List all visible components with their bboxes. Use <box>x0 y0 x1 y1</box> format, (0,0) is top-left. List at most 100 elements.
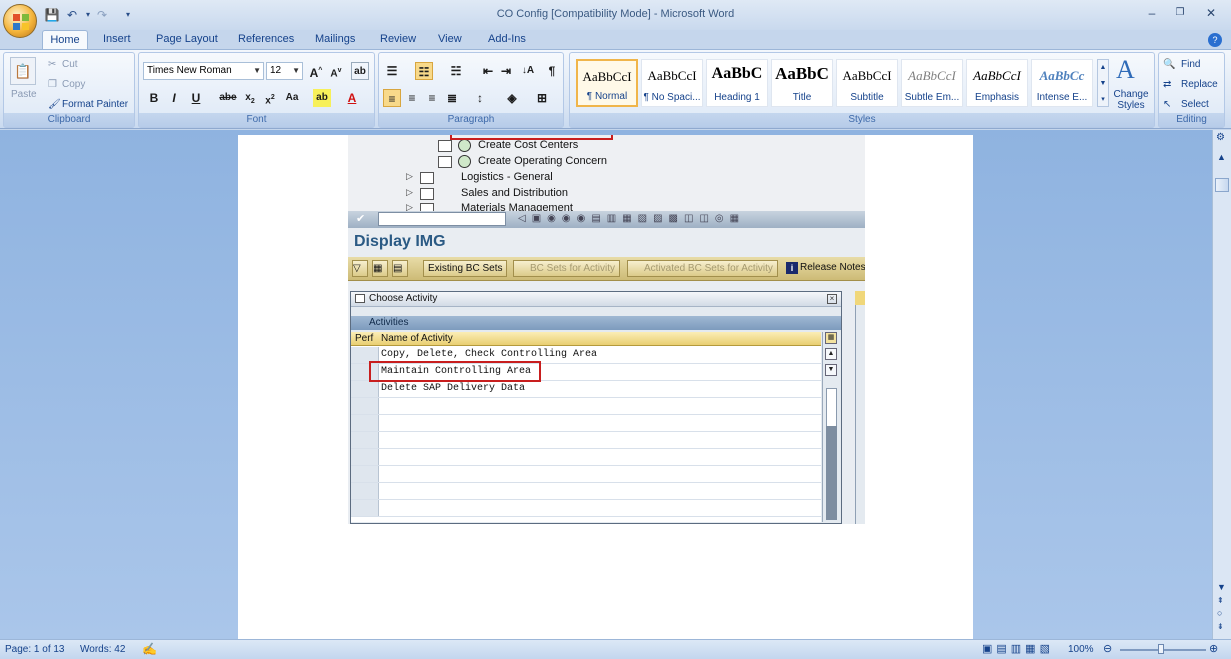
undo-icon[interactable]: ↶ <box>64 7 80 23</box>
select-button[interactable]: Select <box>1181 99 1209 110</box>
save-icon[interactable]: 💾 <box>44 7 60 23</box>
redo-icon[interactable]: ↷ <box>94 7 110 23</box>
show-formatting-icon[interactable]: ¶ <box>543 62 561 80</box>
italic-icon[interactable]: I <box>165 89 183 107</box>
tab-page-layout[interactable]: Page Layout <box>152 30 222 50</box>
align-right-icon[interactable]: ≡ <box>423 89 441 107</box>
cut-icon[interactable]: ✂ <box>48 59 56 70</box>
cut-button[interactable]: Cut <box>62 59 78 70</box>
tab-insert[interactable]: Insert <box>99 30 135 50</box>
highlight-icon[interactable]: ab <box>313 89 331 107</box>
previous-page-icon[interactable]: ⇞ <box>1217 596 1224 605</box>
scroll-thumb[interactable] <box>1215 178 1229 192</box>
find-button[interactable]: Find <box>1181 59 1200 70</box>
font-size-combo[interactable]: 12 ▼ <box>266 62 303 80</box>
checkmark-icon: ✔ <box>356 213 366 225</box>
sort-icon[interactable]: ↓A <box>519 62 537 80</box>
change-case-icon[interactable]: Aa <box>283 89 301 107</box>
multilevel-list-icon[interactable]: ☵ <box>447 62 465 80</box>
styles-scroll-icon[interactable]: ▲ ▼ ▾ <box>1097 59 1109 107</box>
table-row <box>351 432 821 449</box>
copy-button[interactable]: Copy <box>62 79 85 90</box>
office-button[interactable] <box>3 4 37 38</box>
tab-add-ins[interactable]: Add-Ins <box>484 30 530 50</box>
shrink-font-icon[interactable]: Av <box>327 62 345 80</box>
scroll-up-icon[interactable]: ▲ <box>1217 152 1226 162</box>
increase-indent-icon[interactable]: ⇥ <box>497 62 515 80</box>
sap-application-toolbar: ▽ ▦ ▤ Existing BC Sets BC Sets for Activ… <box>348 257 865 281</box>
subscript-icon[interactable]: x2 <box>241 89 259 107</box>
style-subtle-emphasis[interactable]: AaBbCcI Subtle Em... <box>901 59 963 107</box>
scroll-down-icon[interactable]: ▼ <box>1217 582 1226 592</box>
align-center-icon[interactable]: ≡ <box>403 89 421 107</box>
zoom-in-icon[interactable]: ⊕ <box>1209 642 1218 655</box>
style-heading-1[interactable]: AaBbC Heading 1 <box>706 59 768 107</box>
tab-references[interactable]: References <box>234 30 298 50</box>
superscript-icon[interactable]: x2 <box>261 89 279 107</box>
browse-object-icon[interactable]: ○ <box>1217 608 1222 618</box>
customize-qat-icon[interactable]: ▾ <box>120 7 136 23</box>
zoom-slider-thumb[interactable] <box>1158 644 1164 654</box>
proofing-icon[interactable]: ✍ <box>142 642 157 656</box>
clear-formatting-icon[interactable]: ab <box>351 62 369 80</box>
vertical-scrollbar[interactable]: ⚙ ▲ ▼ ⇞ ○ ⇟ <box>1212 130 1231 639</box>
tab-home[interactable]: Home <box>42 30 88 50</box>
justify-icon[interactable]: ≣ <box>443 89 461 107</box>
close-button[interactable]: ✕ <box>1199 4 1223 22</box>
help-icon[interactable]: ? <box>1208 33 1222 47</box>
style-title[interactable]: AaBbC Title <box>771 59 833 107</box>
view-buttons-icon[interactable]: ▣▤▥▦▧ <box>982 642 1054 655</box>
ribbon-tabs: Home Insert Page Layout References Maili… <box>0 30 1231 50</box>
zoom-out-icon[interactable]: ⊖ <box>1103 642 1112 655</box>
decrease-indent-icon[interactable]: ⇤ <box>479 62 497 80</box>
ruler-toggle-icon[interactable]: ⚙ <box>1216 132 1225 143</box>
highlight-box-top <box>450 135 613 140</box>
tab-view[interactable]: View <box>434 30 466 50</box>
copy-icon[interactable]: ❐ <box>48 79 57 90</box>
change-styles-button[interactable]: Change Styles <box>1111 89 1151 111</box>
minimize-button[interactable]: – <box>1140 4 1164 22</box>
format-painter-button[interactable]: Format Painter <box>62 99 128 110</box>
align-left-icon[interactable]: ≡ <box>383 89 401 107</box>
font-name-combo[interactable]: Times New Roman ▼ <box>143 62 264 80</box>
paste-button[interactable]: Paste <box>11 89 37 100</box>
grow-font-icon[interactable]: A^ <box>307 62 325 80</box>
numbering-icon[interactable]: ☷ <box>415 62 433 80</box>
tab-review[interactable]: Review <box>376 30 420 50</box>
tab-mailings[interactable]: Mailings <box>311 30 359 50</box>
info-icon: i <box>786 262 798 274</box>
folder-document-icon <box>420 188 434 200</box>
select-icon[interactable]: ↖ <box>1163 99 1171 110</box>
borders-icon[interactable]: ⊞ <box>533 89 551 107</box>
word-count[interactable]: Words: 42 <box>80 644 125 655</box>
office-logo-icon <box>13 14 29 30</box>
style-no-spacing[interactable]: AaBbCcI ¶ No Spaci... <box>641 59 703 107</box>
title-bar: CO Config [Compatibility Mode] - Microso… <box>0 0 1231 30</box>
replace-button[interactable]: Replace <box>1181 79 1218 90</box>
paste-icon[interactable]: 📋 <box>10 57 36 85</box>
bold-icon[interactable]: B <box>145 89 163 107</box>
font-color-icon[interactable]: A <box>343 89 361 107</box>
replace-icon[interactable]: ⇄ <box>1163 79 1171 90</box>
change-styles-icon[interactable]: A <box>1116 55 1135 85</box>
document-icon <box>438 156 452 168</box>
status-bar: Page: 1 of 13 Words: 42 ✍ ▣▤▥▦▧ 100% ⊖ ⊕ <box>0 639 1231 659</box>
underline-icon[interactable]: U <box>187 89 205 107</box>
zoom-level[interactable]: 100% <box>1068 644 1094 655</box>
line-spacing-icon[interactable]: ↕ <box>471 89 489 107</box>
style-emphasis[interactable]: AaBbCcI Emphasis <box>966 59 1028 107</box>
ribbon: 📋 Paste ✂ Cut ❐ Copy 🖌 Format Painter Cl… <box>0 49 1231 129</box>
bullets-icon[interactable]: ☰ <box>383 62 401 80</box>
next-page-icon[interactable]: ⇟ <box>1217 622 1224 631</box>
strikethrough-icon[interactable]: abe <box>219 89 237 107</box>
shading-icon[interactable]: ◈ <box>503 89 521 107</box>
highlight-box-maintain-controlling-area <box>369 361 541 382</box>
find-icon[interactable]: 🔍 <box>1163 59 1175 70</box>
format-painter-icon[interactable]: 🖌 <box>48 99 61 110</box>
style-intense-emphasis[interactable]: AaBbCc Intense E... <box>1031 59 1093 107</box>
style-normal[interactable]: AaBbCcI ¶ Normal <box>576 59 638 107</box>
restore-button[interactable]: ❐ <box>1168 4 1192 22</box>
page-count[interactable]: Page: 1 of 13 <box>5 644 65 655</box>
style-subtitle[interactable]: AaBbCcI Subtitle <box>836 59 898 107</box>
scroll-down-icon: ▼ <box>825 364 837 376</box>
